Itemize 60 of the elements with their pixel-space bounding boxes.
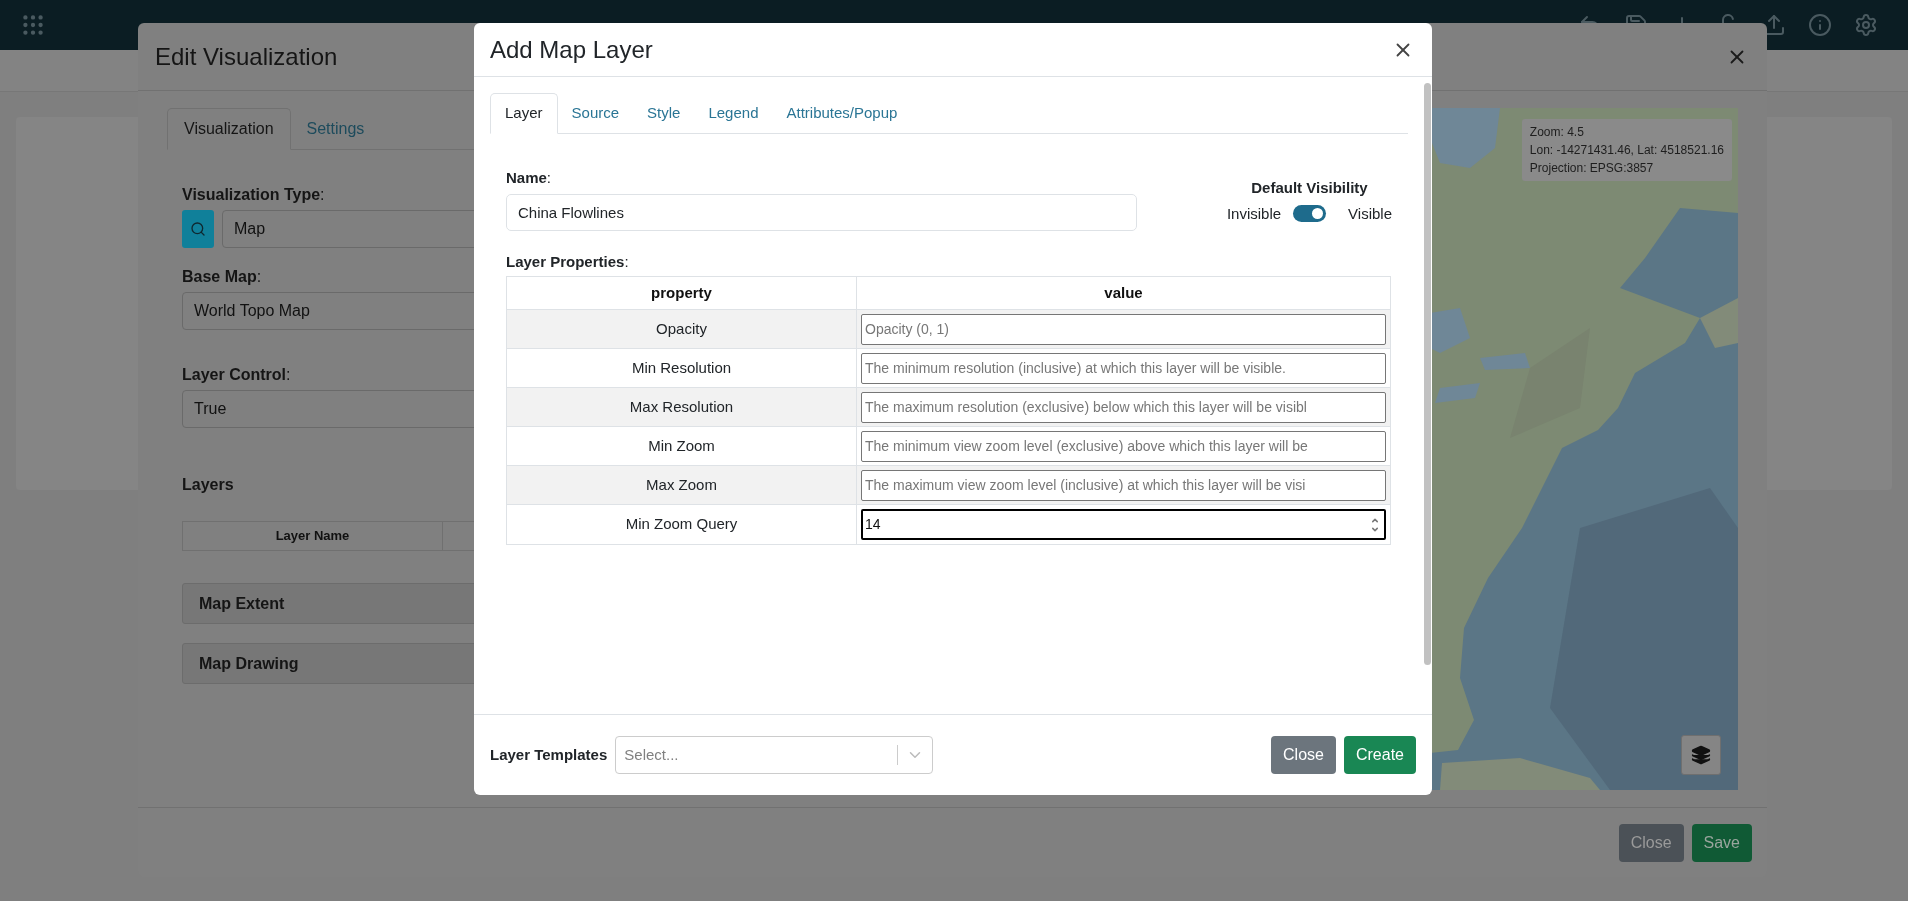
primary-button[interactable]: Save <box>1691 823 1752 862</box>
settings-icon[interactable] <box>1854 13 1878 37</box>
toggle-label: Visible <box>1348 203 1392 224</box>
table-cell: Min Zoom Query <box>507 505 857 544</box>
apps-grid-icon[interactable] <box>20 12 46 38</box>
search-button[interactable] <box>182 210 214 248</box>
tab[interactable]: Legend <box>694 93 773 134</box>
layers-button[interactable] <box>1681 735 1721 775</box>
input-placeholder: The maximum view zoom level (inclusive) at which this layer will be visi <box>865 475 1307 495</box>
templates-label: Layer Templates <box>490 744 608 765</box>
name-input[interactable]: China Flowlines <box>506 193 1137 231</box>
close-button[interactable]: Close <box>1271 736 1336 774</box>
input-value: 14 <box>865 515 882 534</box>
primary-button[interactable]: Create <box>1343 736 1416 774</box>
input-placeholder: Opacity (0, 1) <box>865 319 951 339</box>
input-placeholder: The minimum view zoom level (exclusive) above which this layer will be <box>865 436 1309 456</box>
tab[interactable]: Attributes/Popup <box>772 93 912 134</box>
templates-select[interactable]: Select... <box>615 736 934 774</box>
input-placeholder: The minimum resolution (inclusive) at which this layer will be visible. <box>865 358 1287 378</box>
tab[interactable]: Settings <box>290 108 381 150</box>
map-info-text: Lon: -14271431.46, Lat: 4518521.16 <box>1529 142 1724 159</box>
field-label: Layer Control: <box>182 365 291 385</box>
info-icon[interactable] <box>1808 13 1832 37</box>
visibility-toggle[interactable] <box>1293 205 1327 223</box>
close-button[interactable]: Close <box>1618 823 1684 862</box>
property-input[interactable]: Opacity (0, 1) <box>861 313 1386 345</box>
map-info-text: Projection: EPSG:3857 <box>1529 160 1655 177</box>
section-title: Layers <box>182 475 234 495</box>
field-label: Layer Properties: <box>506 251 629 272</box>
table-cell: Max Zoom <box>507 466 857 504</box>
map-info-text: Zoom: 4.5 <box>1529 124 1585 141</box>
table-cell: Min Zoom <box>507 427 857 465</box>
field-label: Visualization Type: <box>182 185 325 205</box>
column-header: Layer Name <box>183 522 443 550</box>
tab[interactable]: Visualization <box>167 108 291 150</box>
property-input[interactable]: 14 <box>861 509 1386 540</box>
property-input[interactable]: The maximum view zoom level (inclusive) at which this layer will be visi <box>861 469 1386 501</box>
property-input[interactable]: The minimum view zoom level (exclusive) above which this layer will be <box>861 430 1386 462</box>
field-label: Name: <box>506 168 553 188</box>
dialog-title: Add Map Layer <box>490 34 653 65</box>
column-header: value <box>1103 282 1144 303</box>
map-view[interactable]: Zoom: 4.5 Lon: -14271431.46, Lat: 4518521.16 Projection: EPSG:3857 <box>1430 108 1738 790</box>
toggle-label: Invisible <box>1226 203 1282 224</box>
field-label: Base Map: <box>182 267 262 287</box>
tab[interactable]: Layer <box>490 93 558 134</box>
column-header: property <box>507 277 857 309</box>
table-cell: Max Resolution <box>507 388 857 426</box>
input-placeholder: The maximum resolution (exclusive) below which this layer will be visibl <box>865 397 1308 417</box>
tab[interactable]: Style <box>633 93 695 134</box>
property-input[interactable]: The minimum resolution (inclusive) at which this layer will be visible. <box>861 352 1386 384</box>
visibility-title: Default Visibility <box>1251 178 1368 198</box>
table-cell: Opacity <box>507 310 857 348</box>
search-icon <box>190 221 206 237</box>
select-placeholder: Select... <box>623 744 680 765</box>
property-input[interactable]: The maximum resolution (exclusive) below which this layer will be visibl <box>861 391 1386 423</box>
layers-icon <box>1691 745 1711 765</box>
scrollbar[interactable] <box>1424 83 1431 665</box>
tab[interactable]: Source <box>557 93 634 134</box>
dialog-title: Edit Visualization <box>155 41 338 72</box>
table-cell: Min Resolution <box>507 349 857 387</box>
